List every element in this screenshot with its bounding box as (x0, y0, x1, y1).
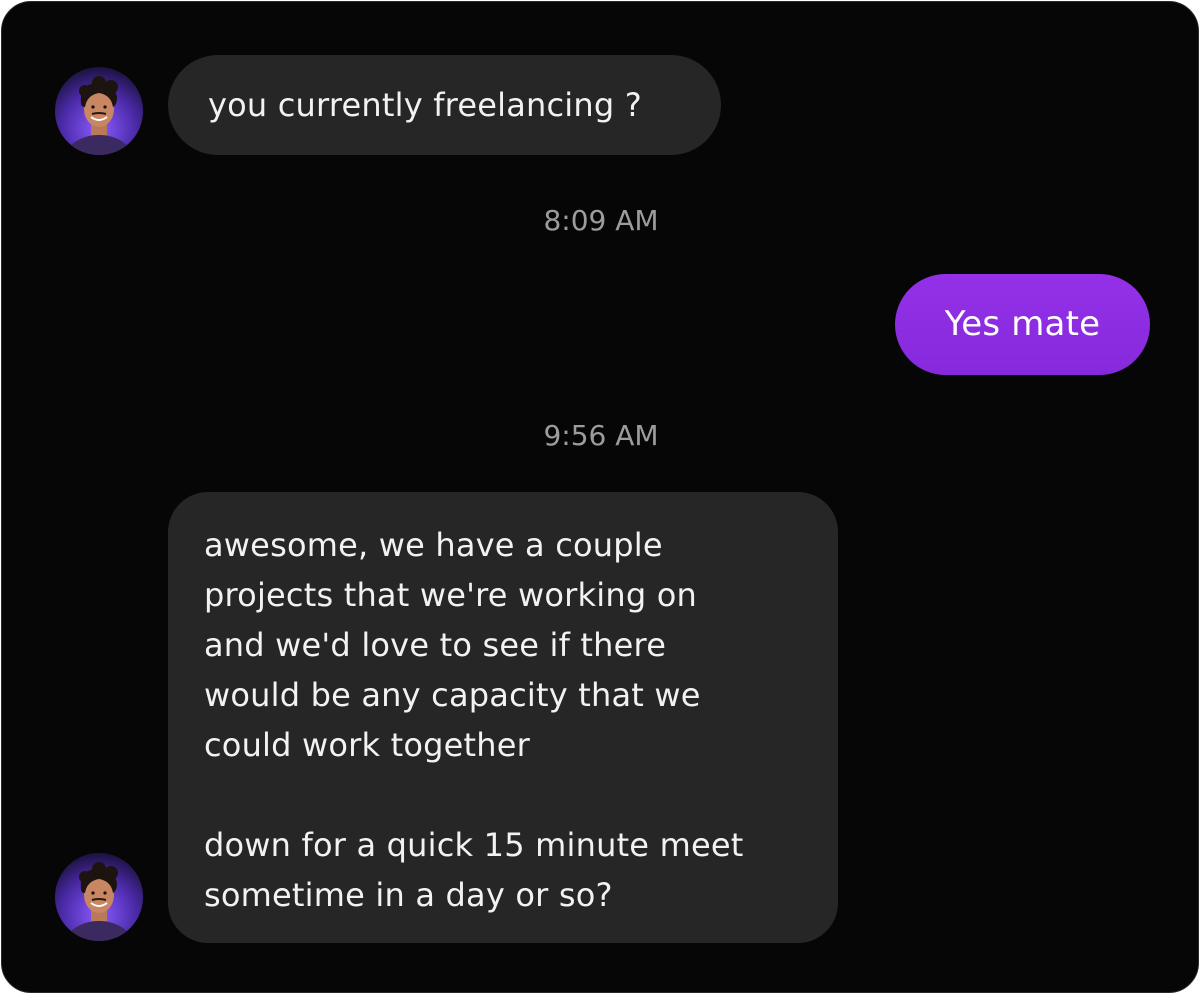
message-paragraph: down for a quick 15 minute meet sometime… (204, 826, 744, 914)
sender-avatar-icon[interactable] (55, 853, 143, 941)
person-photo-avatar-icon (55, 67, 143, 155)
outgoing-message-bubble[interactable]: Yes mate (895, 274, 1150, 375)
person-photo-avatar-icon (55, 853, 143, 941)
message-timestamp: 9:56 AM (543, 419, 659, 452)
incoming-message-bubble[interactable]: you currently freelancing ? (168, 55, 721, 155)
sender-avatar-icon[interactable] (55, 67, 143, 155)
message-timestamp: 8:09 AM (543, 204, 659, 237)
incoming-message-bubble[interactable]: awesome, we have a couple projects that … (168, 492, 838, 943)
message-paragraph: awesome, we have a couple projects that … (204, 526, 701, 764)
chat-window: you currently freelancing ? 8:09 AM Yes … (1, 1, 1199, 993)
